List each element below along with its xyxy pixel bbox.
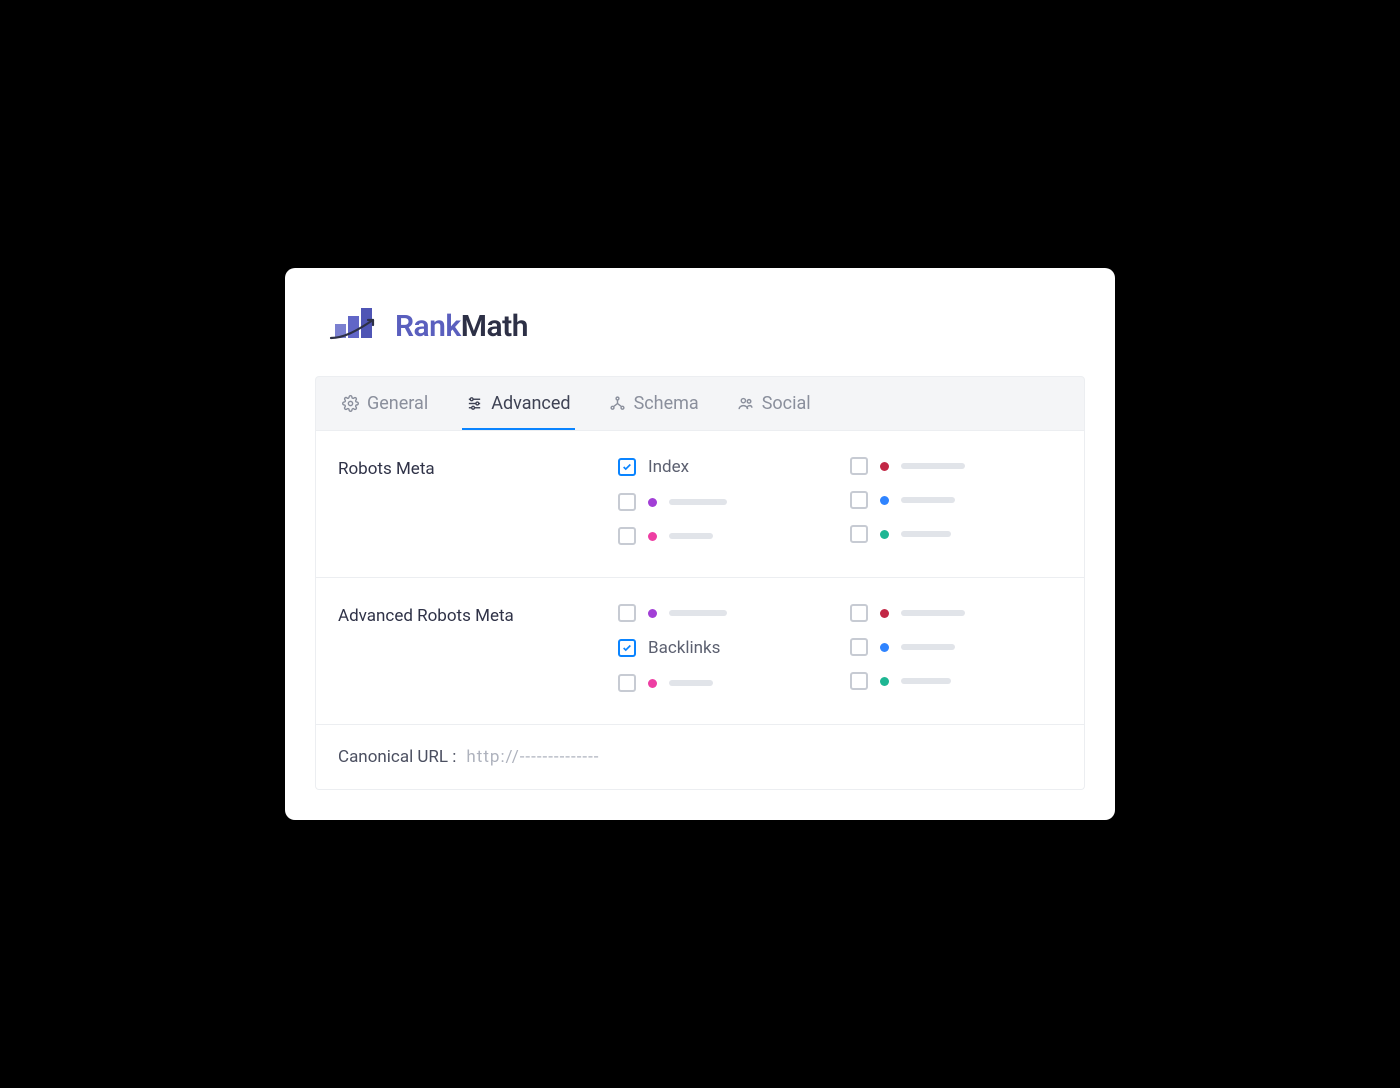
checkbox-empty-icon[interactable]	[850, 525, 868, 543]
color-dot-icon	[880, 462, 889, 471]
checkbox-empty-icon[interactable]	[850, 457, 868, 475]
color-dot-icon	[648, 679, 657, 688]
checkbox-empty-icon[interactable]	[618, 604, 636, 622]
tab-schema[interactable]: Schema	[605, 377, 703, 430]
checkbox-empty-icon[interactable]	[618, 527, 636, 545]
robots-opt-placeholder[interactable]	[618, 527, 830, 545]
tab-social[interactable]: Social	[733, 377, 815, 430]
checkbox-empty-icon[interactable]	[850, 604, 868, 622]
adv-robots-opt-placeholder[interactable]	[618, 604, 830, 622]
color-dot-icon	[880, 677, 889, 686]
checkbox-checked-icon[interactable]	[618, 639, 636, 657]
color-dot-icon	[880, 496, 889, 505]
color-dot-icon	[648, 498, 657, 507]
tab-advanced-label: Advanced	[491, 393, 570, 414]
placeholder-bar	[901, 610, 965, 616]
adv-robots-right-options	[850, 604, 1062, 692]
section-canonical-url: Canonical URL : http://--------------	[315, 725, 1085, 790]
adv-robots-opt-placeholder[interactable]	[850, 672, 1062, 690]
robots-opt-placeholder[interactable]	[850, 491, 1062, 509]
canonical-input[interactable]: http://--------------	[466, 747, 599, 767]
color-dot-icon	[880, 609, 889, 618]
logo-mark-icon	[333, 308, 381, 344]
tab-advanced[interactable]: Advanced	[462, 377, 574, 430]
robots-right-options	[850, 457, 1062, 545]
placeholder-bar	[901, 531, 951, 537]
logo-wordmark: RankMath	[395, 309, 528, 344]
color-dot-icon	[880, 530, 889, 539]
tab-general-label: General	[367, 393, 428, 414]
checkbox-empty-icon[interactable]	[618, 674, 636, 692]
tab-bar: General Advanced Schema Social	[315, 376, 1085, 431]
checkbox-checked-icon[interactable]	[618, 458, 636, 476]
placeholder-bar	[901, 678, 951, 684]
adv-robots-opt-backlinks[interactable]: Backlinks	[618, 638, 830, 658]
robots-opt-placeholder[interactable]	[850, 525, 1062, 543]
placeholder-bar	[901, 644, 955, 650]
tab-schema-label: Schema	[634, 393, 699, 414]
section-adv-robots-meta: Advanced Robots Meta Backlinks	[315, 578, 1085, 725]
section-title-adv-robots: Advanced Robots Meta	[338, 604, 598, 692]
tab-general[interactable]: General	[338, 377, 432, 430]
logo-rank: Rank	[395, 309, 461, 344]
robots-opt-index[interactable]: Index	[618, 457, 830, 477]
color-dot-icon	[648, 532, 657, 541]
checkbox-empty-icon[interactable]	[850, 672, 868, 690]
users-icon	[737, 395, 754, 412]
brand-logo: RankMath	[315, 308, 1085, 344]
robots-left-options: Index	[618, 457, 830, 545]
opt-index-label: Index	[648, 457, 689, 477]
section-title-robots: Robots Meta	[338, 457, 598, 545]
color-dot-icon	[648, 609, 657, 618]
sliders-icon	[466, 395, 483, 412]
checkbox-empty-icon[interactable]	[850, 638, 868, 656]
settings-card: RankMath General Advanced Schema Social …	[285, 268, 1115, 820]
color-dot-icon	[880, 643, 889, 652]
robots-opt-placeholder[interactable]	[850, 457, 1062, 475]
tab-social-label: Social	[762, 393, 811, 414]
gear-icon	[342, 395, 359, 412]
canonical-label: Canonical URL :	[338, 747, 456, 767]
placeholder-bar	[901, 463, 965, 469]
adv-robots-opt-placeholder[interactable]	[850, 604, 1062, 622]
placeholder-bar	[669, 499, 727, 505]
placeholder-bar	[669, 680, 713, 686]
checkbox-empty-icon[interactable]	[618, 493, 636, 511]
logo-math: Math	[461, 309, 528, 344]
placeholder-bar	[669, 533, 713, 539]
adv-robots-left-options: Backlinks	[618, 604, 830, 692]
checkbox-empty-icon[interactable]	[850, 491, 868, 509]
adv-robots-opt-placeholder[interactable]	[850, 638, 1062, 656]
placeholder-bar	[669, 610, 727, 616]
robots-opt-placeholder[interactable]	[618, 493, 830, 511]
placeholder-bar	[901, 497, 955, 503]
adv-robots-opt-placeholder[interactable]	[618, 674, 830, 692]
schema-icon	[609, 395, 626, 412]
section-robots-meta: Robots Meta Index	[315, 431, 1085, 578]
opt-backlinks-label: Backlinks	[648, 638, 720, 658]
